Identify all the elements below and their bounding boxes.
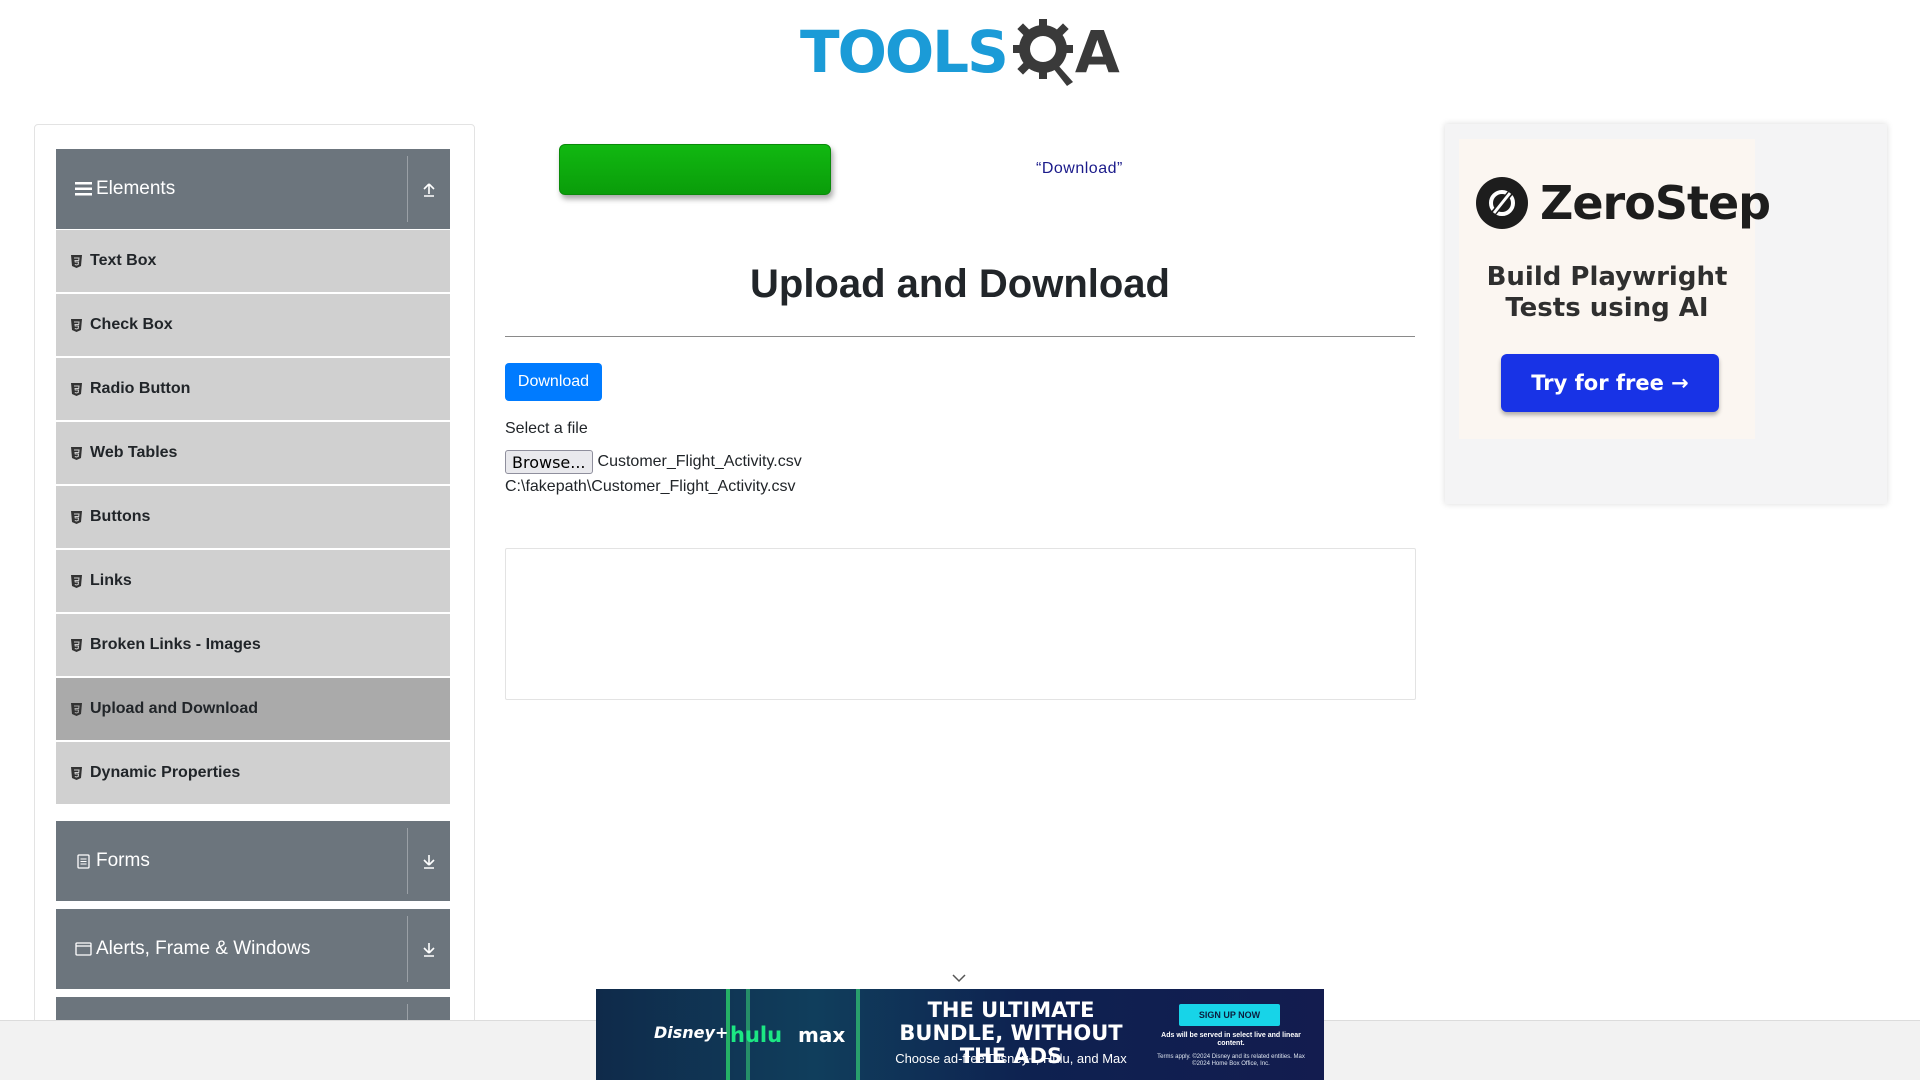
form-icon: [73, 853, 93, 869]
ad-legal-text: Terms apply. ©2024 Disney and its relate…: [1157, 1054, 1305, 1067]
ad-tagline: Build Playwright Tests using AI: [1486, 262, 1728, 323]
sidebar-item-check-box[interactable]: Check Box: [56, 294, 450, 358]
left-nav-panel: Elements Text Box Check Box Radio Button…: [34, 124, 475, 1064]
sidebar-item-text-box[interactable]: Text Box: [56, 230, 450, 294]
arrow-up-icon[interactable]: [408, 181, 450, 197]
html-badge-icon: [70, 254, 82, 268]
html-badge-icon: [70, 446, 82, 460]
group-header-alerts[interactable]: Alerts, Frame & Windows: [56, 909, 450, 989]
green-banner-button[interactable]: [559, 144, 831, 195]
right-advertisement[interactable]: ZeroStep Build Playwright Tests using AI…: [1445, 124, 1887, 504]
toolsqa-logo[interactable]: TOOLS A: [800, 14, 1120, 90]
sidebar-item-label: Broken Links - Images: [90, 636, 261, 653]
sidebar-item-radio-button[interactable]: Radio Button: [56, 358, 450, 422]
sidebar-item-label: Radio Button: [90, 380, 191, 397]
bottom-advertisement[interactable]: Disney+ hulu max THE ULTIMATE BUNDLE, WI…: [596, 989, 1324, 1080]
sign-up-now-button[interactable]: SIGN UP NOW: [1179, 1004, 1280, 1026]
sidebar-item-web-tables[interactable]: Web Tables: [56, 422, 450, 486]
elements-menu-list: Text Box Check Box Radio Button Web Tabl…: [56, 230, 450, 806]
logo-text-a: A: [1074, 18, 1120, 86]
gear-magnifier-icon: [1012, 16, 1079, 88]
group-label-forms: Forms: [96, 850, 150, 871]
html-badge-icon: [70, 510, 82, 524]
sidebar-item-upload-download[interactable]: Upload and Download: [56, 678, 450, 742]
html-badge-icon: [70, 382, 82, 396]
group-header-forms[interactable]: Forms: [56, 821, 450, 901]
window-icon: [73, 942, 93, 956]
ad-decoration: [856, 989, 860, 1080]
select-file-label: Select a file: [505, 420, 588, 437]
sidebar-item-label: Dynamic Properties: [90, 764, 241, 781]
empty-content-box: [505, 548, 1416, 700]
uploaded-file-path: C:\fakepath\Customer_Flight_Activity.csv: [505, 478, 796, 495]
chevron-down-icon[interactable]: [950, 970, 968, 986]
hamburger-icon: [73, 182, 93, 196]
sidebar-item-buttons[interactable]: Buttons: [56, 486, 450, 550]
arrow-down-icon[interactable]: [408, 941, 450, 957]
try-for-free-button[interactable]: Try for free →: [1501, 354, 1719, 412]
ad-brand-hulu: hulu: [730, 1023, 783, 1047]
selected-file-name: Customer_Flight_Activity.csv: [597, 453, 802, 470]
sidebar-item-label: Text Box: [90, 252, 157, 269]
arrow-down-icon[interactable]: [408, 853, 450, 869]
html-badge-icon: [70, 318, 82, 332]
group-label-alerts: Alerts, Frame & Windows: [96, 938, 311, 959]
html-badge-icon: [70, 766, 82, 780]
ad-brand-max: max: [798, 1023, 846, 1047]
ad-fine-print: Ads will be served in select live and li…: [1161, 1032, 1301, 1047]
zerostep-logo: ZeroStep: [1476, 176, 1771, 230]
zerostep-icon: [1476, 177, 1528, 229]
sidebar-item-label: Links: [90, 572, 132, 589]
html-badge-icon: [70, 574, 82, 588]
sidebar-item-label: Buttons: [90, 508, 151, 525]
logo-text-tools: TOOLS: [800, 18, 1009, 86]
sidebar-item-label: Check Box: [90, 316, 173, 333]
group-header-elements[interactable]: Elements: [56, 149, 450, 229]
browse-button[interactable]: Browse...: [505, 450, 593, 474]
top-download-quote: “Download”: [1036, 160, 1123, 177]
download-button[interactable]: Download: [505, 363, 602, 401]
sidebar-item-broken-links[interactable]: Broken Links - Images: [56, 614, 450, 678]
page-title: Upload and Download: [750, 262, 1170, 306]
sidebar-item-label: Web Tables: [90, 444, 178, 461]
ad-brand-name: ZeroStep: [1540, 176, 1771, 230]
file-input[interactable]: Browse... Customer_Flight_Activity.csv: [505, 450, 802, 474]
ad-brand-disney: Disney+: [654, 1023, 729, 1042]
sidebar-item-links[interactable]: Links: [56, 550, 450, 614]
sidebar-item-label: Upload and Download: [90, 700, 258, 717]
title-divider: [505, 336, 1415, 337]
group-label-elements: Elements: [96, 178, 176, 199]
html-badge-icon: [70, 702, 82, 716]
sidebar-item-dynamic-properties[interactable]: Dynamic Properties: [56, 742, 450, 806]
ad-subtext: Choose ad-free Disney+, Hulu, and Max: [895, 1051, 1127, 1066]
html-badge-icon: [70, 638, 82, 652]
